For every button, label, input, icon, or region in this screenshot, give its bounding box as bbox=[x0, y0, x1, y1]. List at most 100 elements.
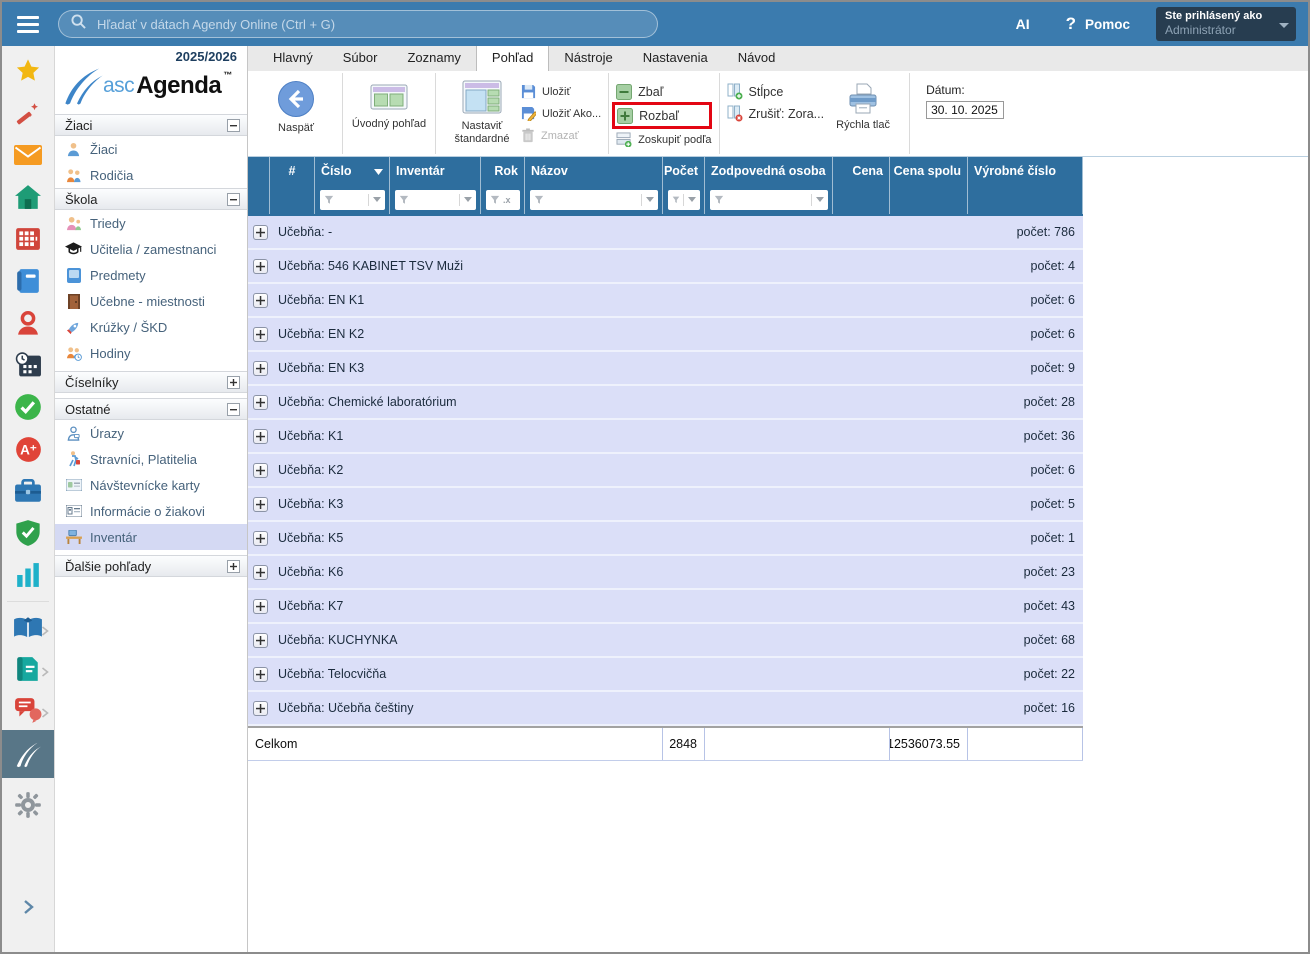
check-circle-icon[interactable] bbox=[2, 386, 54, 428]
table-group-row[interactable]: Učebňa: Učebňa češtiny počet: 16 bbox=[248, 692, 1083, 726]
hamburger-menu-icon[interactable] bbox=[2, 2, 54, 46]
classbook-notebook-icon[interactable] bbox=[2, 260, 54, 302]
filter-zodpovedna-osoba[interactable] bbox=[710, 190, 828, 210]
expand-group-plus-button[interactable] bbox=[253, 599, 268, 614]
table-group-row[interactable]: Učebňa: K5 počet: 1 bbox=[248, 522, 1083, 556]
expand-group-plus-button[interactable] bbox=[253, 225, 268, 240]
chat-bubbles-icon[interactable] bbox=[2, 689, 54, 730]
intro-view-button[interactable]: Úvodný pohľad bbox=[350, 75, 428, 131]
tab-nastroje[interactable]: Nástroje bbox=[549, 46, 627, 71]
search-input[interactable] bbox=[95, 16, 645, 33]
expand-group-plus-button[interactable] bbox=[253, 633, 268, 648]
table-group-row[interactable]: Učebňa: KUCHYNKA počet: 68 bbox=[248, 624, 1083, 658]
sidebar-section-ostatne[interactable]: Ostatné bbox=[55, 398, 247, 420]
quick-print-button[interactable]: Rýchla tlač bbox=[824, 75, 902, 132]
sidebar-item-ziaci[interactable]: Žiaci bbox=[55, 136, 247, 162]
filter-inventar[interactable] bbox=[395, 190, 476, 210]
collapse-minus-icon[interactable] bbox=[227, 193, 240, 206]
ai-button[interactable]: AI bbox=[1016, 16, 1030, 32]
tab-pohlad-active[interactable]: Pohľad bbox=[476, 46, 549, 71]
table-group-row[interactable]: Učebňa: K7 počet: 43 bbox=[248, 590, 1083, 624]
col-header-num[interactable]: # bbox=[270, 157, 315, 185]
grades-a-plus-icon[interactable]: A⁺ bbox=[2, 428, 54, 470]
sidebar-item-urazy[interactable]: Úrazy bbox=[55, 420, 247, 446]
tab-hlavny[interactable]: Hlavný bbox=[258, 46, 328, 71]
expand-group-plus-button[interactable] bbox=[253, 531, 268, 546]
expand-group-plus-button[interactable] bbox=[253, 293, 268, 308]
table-group-row[interactable]: Učebňa: K1 počet: 36 bbox=[248, 420, 1083, 454]
expand-group-plus-button[interactable] bbox=[253, 667, 268, 682]
expand-group-plus-button[interactable] bbox=[253, 327, 268, 342]
tab-navod[interactable]: Návod bbox=[723, 46, 791, 71]
table-group-row[interactable]: Učebňa: Telocvičňa počet: 22 bbox=[248, 658, 1083, 692]
tab-zoznamy[interactable]: Zoznamy bbox=[392, 46, 475, 71]
col-header-nazov[interactable]: Názov bbox=[525, 157, 663, 185]
table-group-row[interactable]: Učebňa: EN K1 počet: 6 bbox=[248, 284, 1083, 318]
save-as-button[interactable]: Uložiť Ako... bbox=[521, 104, 601, 123]
collapse-minus-icon[interactable] bbox=[227, 119, 240, 132]
filter-nazov[interactable] bbox=[530, 190, 658, 210]
expand-group-plus-button[interactable] bbox=[253, 565, 268, 580]
sidebar-item-kruzky[interactable]: Krúžky / ŠKD bbox=[55, 314, 247, 340]
col-header-rok[interactable]: Rok bbox=[481, 157, 525, 185]
group-by-button[interactable]: Zoskupiť podľa bbox=[616, 130, 711, 149]
sidebar-item-informacie-o-ziakovi[interactable]: Informácie o žiakovi bbox=[55, 498, 247, 524]
collapse-all-button[interactable]: Zbaľ bbox=[616, 82, 711, 101]
save-button[interactable]: Uložiť bbox=[521, 82, 601, 101]
date-input[interactable] bbox=[926, 101, 1004, 119]
sidebar-section-dalsie-pohlady[interactable]: Ďalšie pohľady bbox=[55, 555, 247, 577]
col-header-inventar[interactable]: Inventár bbox=[390, 157, 481, 185]
expand-group-plus-button[interactable] bbox=[253, 395, 268, 410]
filter-rok[interactable]: .x bbox=[486, 190, 520, 210]
back-button[interactable]: Naspäť bbox=[257, 75, 335, 135]
timetable-grid-icon[interactable] bbox=[2, 218, 54, 260]
expand-rail-chevron-icon[interactable] bbox=[2, 886, 54, 928]
calendar-clock-icon[interactable] bbox=[2, 344, 54, 386]
expand-group-plus-button[interactable] bbox=[253, 463, 268, 478]
logged-in-user-dropdown[interactable]: Ste prihlásený ako Administrátor bbox=[1156, 7, 1296, 41]
col-header-pocet[interactable]: Počet bbox=[663, 157, 705, 185]
expand-group-plus-button[interactable] bbox=[253, 259, 268, 274]
filter-pocet[interactable] bbox=[668, 190, 700, 210]
table-group-row[interactable]: Učebňa: EN K3 počet: 9 bbox=[248, 352, 1083, 386]
agenda-pen-icon-selected[interactable] bbox=[2, 730, 54, 778]
sidebar-item-predmety[interactable]: Predmety bbox=[55, 262, 247, 288]
sidebar-item-stravnici[interactable]: Stravníci, Platitelia bbox=[55, 446, 247, 472]
expand-plus-icon[interactable] bbox=[227, 376, 240, 389]
shield-check-icon[interactable] bbox=[2, 512, 54, 554]
col-header-zodpovedna-osoba[interactable]: Zodpovedná osoba bbox=[705, 157, 833, 185]
set-default-button[interactable]: Nastaviť štandardné bbox=[443, 75, 521, 146]
briefcase-icon[interactable] bbox=[2, 470, 54, 512]
filter-cislo[interactable] bbox=[320, 190, 385, 210]
sidebar-item-inventar[interactable]: Inventár bbox=[55, 524, 247, 550]
table-group-row[interactable]: Učebňa: K2 počet: 6 bbox=[248, 454, 1083, 488]
sidebar-section-ziaci[interactable]: Žiaci bbox=[55, 114, 247, 136]
collapse-minus-icon[interactable] bbox=[227, 403, 240, 416]
settings-gear-icon[interactable] bbox=[2, 784, 54, 826]
table-group-row[interactable]: Učebňa: K3 počet: 5 bbox=[248, 488, 1083, 522]
sidebar-item-navstevnicke-karty[interactable]: Návštevnícke karty bbox=[55, 472, 247, 498]
statistics-bar-chart-icon[interactable] bbox=[2, 554, 54, 596]
person-bust-icon[interactable] bbox=[2, 302, 54, 344]
expand-group-plus-button[interactable] bbox=[253, 361, 268, 376]
sidebar-item-hodiny[interactable]: Hodiny bbox=[55, 340, 247, 366]
col-header-cislo[interactable]: Číslo bbox=[315, 157, 390, 185]
messages-envelope-icon[interactable] bbox=[2, 134, 54, 176]
tab-subor[interactable]: Súbor bbox=[328, 46, 393, 71]
expand-plus-icon[interactable] bbox=[227, 560, 240, 573]
sidebar-item-ucebne[interactable]: Učebne - miestnosti bbox=[55, 288, 247, 314]
sidebar-item-triedy[interactable]: Triedy bbox=[55, 210, 247, 236]
expand-group-plus-button[interactable] bbox=[253, 701, 268, 716]
table-group-row[interactable]: Učebňa: 546 KABINET TSV Muži počet: 4 bbox=[248, 250, 1083, 284]
cancel-sort-button[interactable]: Zrušiť: Zora... bbox=[727, 104, 825, 123]
expand-all-button[interactable]: Rozbaľ bbox=[617, 106, 700, 125]
columns-button[interactable]: Stĺpce bbox=[727, 82, 825, 101]
help-button[interactable]: ? Pomoc bbox=[1066, 14, 1130, 34]
sidebar-section-skola[interactable]: Škola bbox=[55, 188, 247, 210]
delete-button-disabled[interactable]: Zmazať bbox=[521, 126, 601, 145]
sidebar-section-ciselniky[interactable]: Číselníky bbox=[55, 371, 247, 393]
sidebar-item-ucitelia[interactable]: Učitelia / zamestnanci bbox=[55, 236, 247, 262]
table-group-row[interactable]: Učebňa: Chemické laboratórium počet: 28 bbox=[248, 386, 1083, 420]
sidebar-item-rodicia[interactable]: Rodičia bbox=[55, 162, 247, 188]
expand-group-plus-button[interactable] bbox=[253, 497, 268, 512]
